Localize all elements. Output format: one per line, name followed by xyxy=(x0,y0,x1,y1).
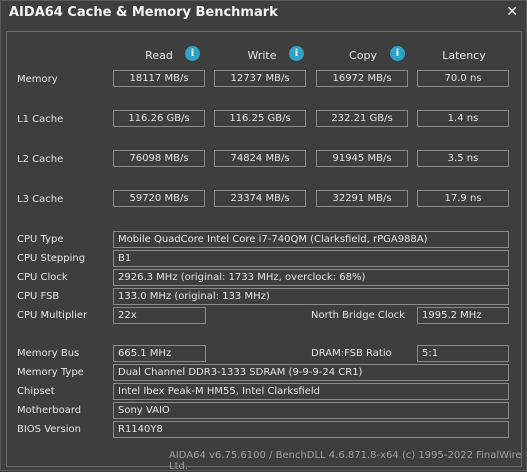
l3-latency-value: 17.9 ns xyxy=(417,190,509,207)
memory-write-value: 12737 MB/s xyxy=(214,70,306,87)
chipset-label: Chipset xyxy=(17,386,55,397)
column-header-read: Read xyxy=(145,49,173,62)
memory-type-value: Dual Channel DDR3-1333 SDRAM (9-9-9-24 C… xyxy=(113,364,509,381)
benchmark-window: AIDA64 Cache & Memory Benchmark ✕ Read i… xyxy=(0,0,527,472)
l1-write-value: 116.25 GB/s xyxy=(214,110,306,127)
memory-type-label: Memory Type xyxy=(17,367,84,378)
cpu-fsb-label: CPU FSB xyxy=(17,291,60,302)
l1-copy-value: 232.21 GB/s xyxy=(316,110,408,127)
column-header-copy: Copy xyxy=(349,49,377,62)
dram-fsb-ratio-label: DRAM:FSB Ratio xyxy=(311,348,392,359)
cpu-stepping-value: B1 xyxy=(113,250,509,267)
window-title: AIDA64 Cache & Memory Benchmark xyxy=(9,5,278,20)
column-header-write: Write xyxy=(247,49,277,62)
l3-write-value: 23374 MB/s xyxy=(214,190,306,207)
north-bridge-clock-label: North Bridge Clock xyxy=(311,310,406,321)
memory-read-value: 18117 MB/s xyxy=(113,70,205,87)
memory-label: Memory xyxy=(17,74,58,85)
memory-bus-value: 665.1 MHz xyxy=(113,345,206,362)
column-header-latency: Latency xyxy=(442,49,486,62)
footer-copyright: AIDA64 v6.75.6100 / BenchDLL 4.6.871.8-x… xyxy=(169,450,522,472)
memory-copy-value: 16972 MB/s xyxy=(316,70,408,87)
bios-version-value: R1140Y8 xyxy=(113,421,509,438)
cpu-stepping-label: CPU Stepping xyxy=(17,253,86,264)
north-bridge-clock-value: 1995.2 MHz xyxy=(417,307,509,324)
title-bar: AIDA64 Cache & Memory Benchmark ✕ xyxy=(1,1,526,26)
close-icon[interactable]: ✕ xyxy=(506,4,518,20)
l2-cache-label: L2 Cache xyxy=(17,154,64,165)
cpu-multiplier-label: CPU Multiplier xyxy=(17,310,88,321)
chipset-value: Intel Ibex Peak-M HM55, Intel Clarksfiel… xyxy=(113,383,509,400)
l2-copy-value: 91945 MB/s xyxy=(316,150,408,167)
cpu-multiplier-value: 22x xyxy=(113,307,206,324)
l3-cache-label: L3 Cache xyxy=(17,194,64,205)
l3-read-value: 59720 MB/s xyxy=(113,190,205,207)
l1-cache-label: L1 Cache xyxy=(17,114,64,125)
cpu-clock-label: CPU Clock xyxy=(17,272,68,283)
memory-bus-label: Memory Bus xyxy=(17,348,80,359)
cpu-fsb-value: 133.0 MHz (original: 133 MHz) xyxy=(113,288,509,305)
l3-copy-value: 32291 MB/s xyxy=(316,190,408,207)
cpu-type-value: Mobile QuadCore Intel Core i7-740QM (Cla… xyxy=(113,231,509,248)
copy-info-icon[interactable]: i xyxy=(390,46,405,61)
read-info-icon[interactable]: i xyxy=(185,46,200,61)
memory-latency-value: 70.0 ns xyxy=(417,70,509,87)
motherboard-value: Sony VAIO xyxy=(113,402,509,419)
write-info-icon[interactable]: i xyxy=(289,46,304,61)
bios-version-label: BIOS Version xyxy=(17,424,81,435)
l2-latency-value: 3.5 ns xyxy=(417,150,509,167)
l2-write-value: 74824 MB/s xyxy=(214,150,306,167)
motherboard-label: Motherboard xyxy=(17,405,82,416)
l1-latency-value: 1.4 ns xyxy=(417,110,509,127)
l2-read-value: 76098 MB/s xyxy=(113,150,205,167)
dram-fsb-ratio-value: 5:1 xyxy=(417,345,509,362)
cpu-clock-value: 2926.3 MHz (original: 1733 MHz, overcloc… xyxy=(113,269,509,286)
cpu-type-label: CPU Type xyxy=(17,234,64,245)
l1-read-value: 116.26 GB/s xyxy=(113,110,205,127)
